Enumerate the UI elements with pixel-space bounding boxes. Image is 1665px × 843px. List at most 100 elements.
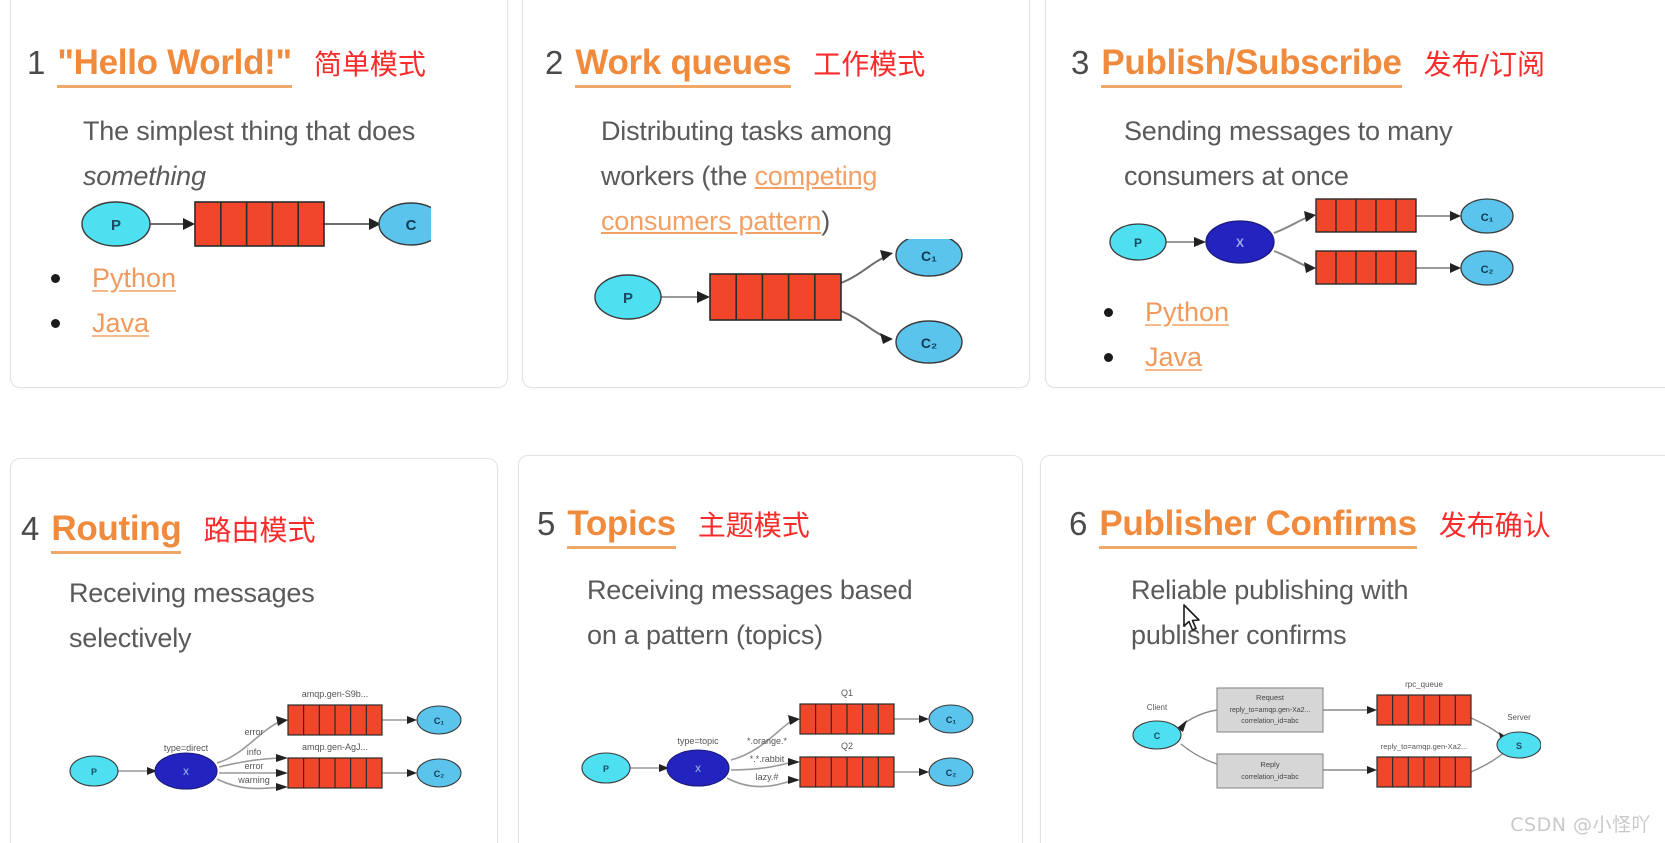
card-6-label-client: Client	[1147, 703, 1168, 712]
card-5-label-q1: Q1	[841, 688, 853, 698]
card-5-diagram: P X C₁ C₂ type=topic *.orange.* *.*.rabb…	[581, 656, 991, 801]
card-6-label-replyqueue: reply_to=amqp.gen-Xa2...	[1381, 742, 1468, 751]
card-1-title-cn: 简单模式	[313, 48, 426, 81]
bullet-dot-icon	[1104, 353, 1113, 362]
card-2-desc-link2[interactable]: consumers pattern	[601, 206, 821, 236]
card-2-title[interactable]: Work queues	[575, 43, 791, 88]
card-2-desc-link1[interactable]: competing	[754, 161, 877, 191]
card-1-number: 1	[27, 44, 46, 81]
svg-text:C₂: C₂	[1481, 264, 1494, 276]
card-6-title[interactable]: Publisher Confirms	[1099, 504, 1417, 549]
list-item[interactable]: Java	[1104, 342, 1229, 373]
card-topics[interactable]: 5 Topics 主题模式 Receiving messages based o…	[518, 455, 1023, 843]
card-1-header: 1 "Hello World!" 简单模式	[27, 43, 426, 88]
card-4-header: 4 Routing 路由模式	[21, 509, 315, 554]
card-4-label-error: error	[244, 761, 263, 771]
card-1-bullet-list: Python Java	[51, 263, 176, 353]
card-4-label-error-top: error	[244, 727, 263, 737]
svg-text:C₁: C₁	[921, 248, 937, 264]
card-5-description: Receiving messages based on a pattern (t…	[587, 568, 1007, 658]
svg-text:P: P	[111, 217, 121, 234]
svg-text:C₁: C₁	[434, 716, 444, 726]
card-5-desc-line1: Receiving messages based	[587, 575, 913, 605]
card-4-diagram: P X C₁ C₂ type=direct error info error w…	[69, 659, 479, 804]
card-4-label-type: type=direct	[164, 743, 209, 753]
card-6-label-request: Request	[1256, 693, 1285, 702]
svg-text:X: X	[1236, 236, 1244, 250]
list-item[interactable]: Python	[51, 263, 176, 294]
card-2-desc-prefix: workers (the	[601, 161, 755, 191]
card-4-label-q2: amqp.gen-AgJ...	[302, 742, 368, 752]
card-5-label-q2: Q2	[841, 741, 853, 751]
card-publish-subscribe[interactable]: 3 Publish/Subscribe 发布/订阅 Sending messag…	[1045, 0, 1665, 388]
svg-text:S: S	[1516, 741, 1522, 751]
card-4-desc-line2: selectively	[69, 623, 192, 653]
card-3-number: 3	[1071, 44, 1090, 81]
card-4-description: Receiving messages selectively	[69, 571, 469, 661]
card-5-label-orange: *.orange.*	[747, 736, 788, 746]
list-item[interactable]: Java	[51, 308, 176, 339]
card-4-number: 4	[21, 510, 40, 547]
card-6-label-corr2: correlation_id=abc	[1241, 774, 1299, 781]
svg-text:C₂: C₂	[434, 769, 445, 779]
card-4-title[interactable]: Routing	[51, 509, 182, 554]
mouse-cursor-icon	[1182, 604, 1204, 639]
svg-text:P: P	[1134, 236, 1142, 250]
svg-text:C₂: C₂	[946, 768, 957, 778]
card-5-desc-line2: on a pattern (topics)	[587, 620, 823, 650]
card-1-description: The simplest thing that does something	[83, 109, 503, 199]
slide-grid-page: 1 "Hello World!" 简单模式 The simplest thing…	[0, 0, 1665, 843]
card-1-desc-line1: The simplest thing that does	[83, 116, 416, 146]
card-5-number: 5	[537, 505, 556, 542]
card-6-label-reply: Reply	[1260, 760, 1279, 769]
card-2-description: Distributing tasks among workers (the co…	[601, 109, 1001, 244]
svg-text:P: P	[91, 767, 97, 777]
card-3-bullet-0[interactable]: Python	[1145, 297, 1229, 328]
card-3-diagram: P X C₁ C₂	[1108, 189, 1568, 299]
card-4-label-q1: amqp.gen-S9b...	[302, 689, 369, 699]
svg-text:C₂: C₂	[921, 335, 937, 351]
card-5-header: 5 Topics 主题模式	[537, 504, 810, 549]
svg-text:C₁: C₁	[1481, 212, 1494, 224]
bullet-dot-icon	[1104, 308, 1113, 317]
card-6-label-rpcqueue: rpc_queue	[1405, 680, 1443, 689]
card-1-bullet-1[interactable]: Java	[92, 308, 149, 339]
card-work-queues[interactable]: 2 Work queues 工作模式 Distributing tasks am…	[522, 0, 1030, 388]
svg-text:C: C	[406, 217, 417, 234]
card-6-label-replyto: reply_to=amqp.gen-Xa2...	[1230, 707, 1311, 714]
card-3-description: Sending messages to many consumers at on…	[1124, 109, 1594, 199]
card-hello-world[interactable]: 1 "Hello World!" 简单模式 The simplest thing…	[10, 0, 508, 388]
card-publisher-confirms[interactable]: 6 Publisher Confirms 发布确认 Reliable publi…	[1040, 455, 1665, 843]
svg-text:C₁: C₁	[946, 715, 956, 725]
card-1-bullet-0[interactable]: Python	[92, 263, 176, 294]
card-3-desc-line1: Sending messages to many	[1124, 116, 1453, 146]
card-6-label-server: Server	[1507, 713, 1531, 722]
card-4-label-info: info	[247, 747, 262, 757]
card-4-title-cn: 路由模式	[203, 514, 316, 547]
svg-text:X: X	[695, 764, 701, 774]
list-item[interactable]: Python	[1104, 297, 1229, 328]
card-3-header: 3 Publish/Subscribe 发布/订阅	[1071, 43, 1545, 88]
card-3-bullet-1[interactable]: Java	[1145, 342, 1202, 373]
bullet-dot-icon	[51, 274, 60, 283]
csdn-watermark: CSDN @小怪吖	[1510, 814, 1651, 836]
card-2-desc-line1: Distributing tasks among	[601, 116, 892, 146]
card-4-label-warning: warning	[237, 775, 270, 785]
card-routing[interactable]: 4 Routing 路由模式 Receiving messages select…	[10, 458, 498, 843]
card-2-header: 2 Work queues 工作模式	[545, 43, 925, 88]
card-2-number: 2	[545, 44, 564, 81]
card-4-desc-line1: Receiving messages	[69, 578, 315, 608]
bullet-dot-icon	[51, 319, 60, 328]
card-6-number: 6	[1069, 505, 1088, 542]
card-6-label-corr1: correlation_id=abc	[1241, 718, 1299, 725]
card-1-title[interactable]: "Hello World!"	[57, 43, 292, 88]
card-6-diagram: C Client S Server Request reply_to=amqp.…	[1121, 662, 1542, 812]
card-5-label-rabbit: *.*.rabbit	[750, 754, 785, 764]
card-1-diagram: P C	[81, 189, 444, 264]
card-3-title[interactable]: Publish/Subscribe	[1101, 43, 1402, 88]
card-2-title-cn: 工作模式	[813, 48, 926, 81]
card-2-diagram: P C₁ C₂	[593, 233, 993, 374]
card-5-title[interactable]: Topics	[567, 504, 676, 549]
card-3-bullet-list: Python Java	[1104, 297, 1229, 387]
svg-text:P: P	[603, 764, 609, 774]
